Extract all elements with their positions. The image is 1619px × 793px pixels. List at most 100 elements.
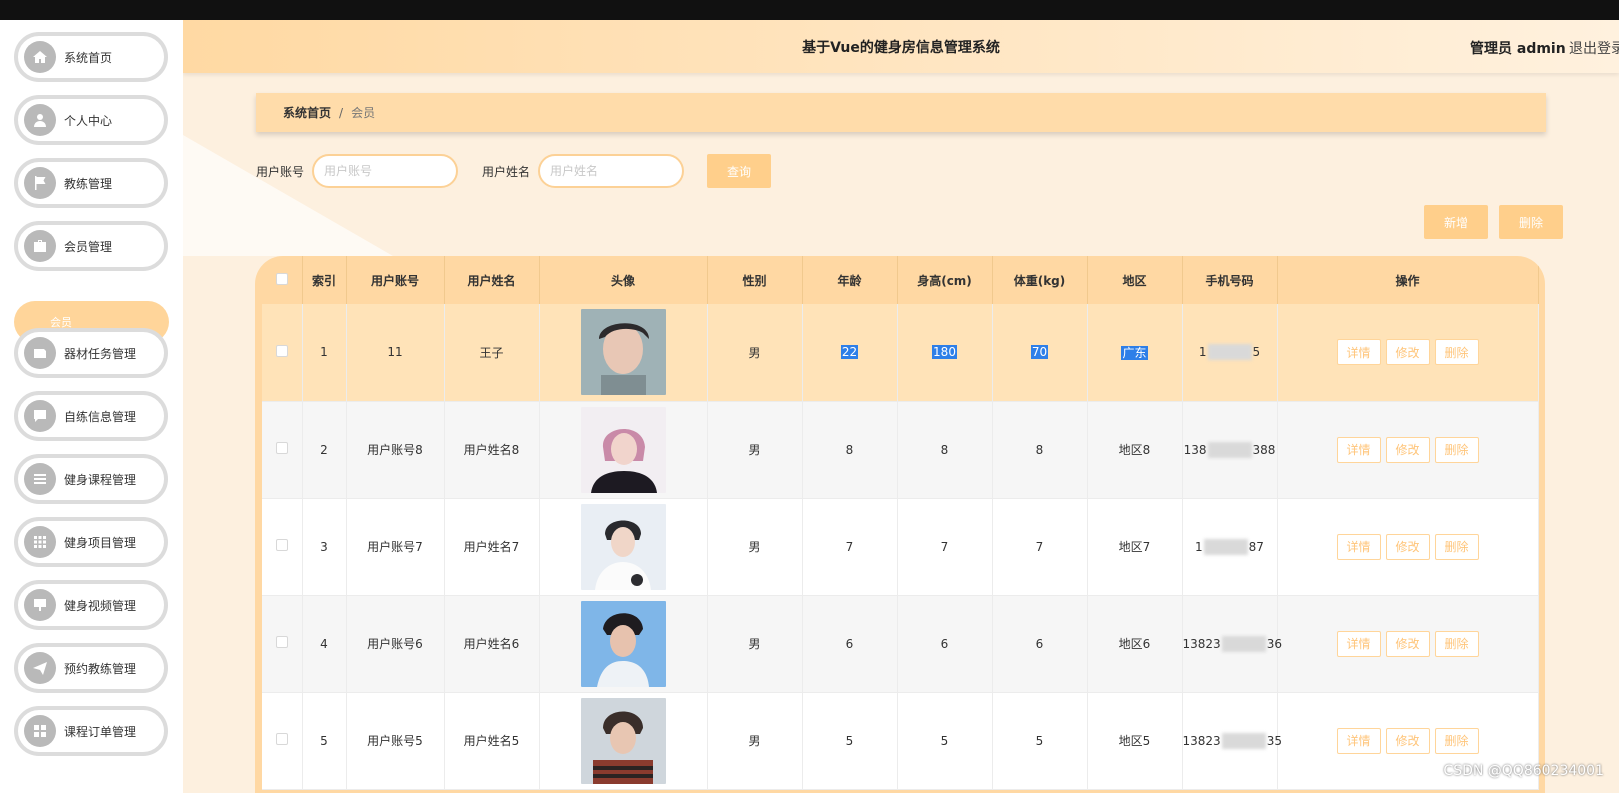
account-input[interactable] (312, 154, 459, 188)
sidebar-item-booking[interactable]: 预约教练管理 (14, 643, 168, 693)
phone-suffix: 35 (1266, 733, 1282, 748)
row-checkbox-cell (262, 595, 303, 693)
detail-button[interactable]: 详情 (1336, 533, 1381, 560)
account-label: 用户账号 (256, 164, 305, 179)
watermark: CSDN @QQ860234001 (1443, 763, 1604, 779)
height-cell: 8 (897, 401, 993, 499)
table-row[interactable]: 4 用户账号6 用户姓名6 男 6 6 6 地区6 13823 36 详情 修改… (262, 595, 1539, 693)
sidebar-item-order[interactable]: 课程订单管理 (14, 706, 168, 756)
weight-cell: 7 (992, 498, 1088, 596)
detail-button[interactable]: 详情 (1336, 436, 1381, 463)
sidebar-item-self-training[interactable]: 自练信息管理 (14, 391, 168, 441)
sidebar-item-label: 健身视频管理 (64, 598, 137, 613)
phone-suffix: 36 (1266, 636, 1282, 651)
breadcrumb: 系统首页 / 会员 (256, 93, 1546, 132)
column-header: 操作 (1277, 256, 1539, 304)
height-cell: 7 (897, 498, 993, 596)
phone-blur (1203, 538, 1248, 555)
phone-prefix: 13823 (1182, 636, 1221, 651)
row-checkbox[interactable] (275, 539, 288, 551)
sidebar-item-home[interactable]: 系统首页 (14, 32, 168, 82)
sidebar: 系统首页 个人中心 教练管理 会员管理 会员 器材任务管理 自练信息管理 健身课… (0, 20, 183, 793)
home-icon (24, 41, 56, 73)
table-row[interactable]: 3 用户账号7 用户姓名7 男 7 7 7 地区7 1 87 详情 修改 删除 (262, 498, 1539, 596)
delete-button[interactable]: 删除 (1434, 533, 1479, 560)
name-search: 用户姓名 (482, 154, 685, 188)
name-input[interactable] (538, 154, 685, 188)
ops-cell: 详情 修改 删除 (1277, 401, 1539, 499)
batch-delete-button[interactable]: 删除 (1499, 205, 1563, 239)
delete-button[interactable]: 删除 (1434, 339, 1479, 366)
sidebar-item-label: 会员管理 (64, 239, 113, 254)
age-cell: 7 (802, 498, 898, 596)
member-table: 索引 用户账号 用户姓名 头像 性别 年龄 身高(cm) 体重(kg) 地区 手… (262, 256, 1539, 790)
sidebar-item-member[interactable]: 会员管理 (14, 221, 168, 271)
column-header: 手机号码 (1182, 256, 1278, 304)
selected-text: 广东 (1121, 345, 1148, 360)
briefcase-icon (24, 230, 56, 262)
delete-button[interactable]: 删除 (1434, 630, 1479, 657)
index-cell: 5 (302, 692, 347, 790)
sidebar-item-equipment[interactable]: 器材任务管理 (14, 328, 168, 378)
sidebar-item-project[interactable]: 健身项目管理 (14, 517, 168, 567)
table-row[interactable]: 5 用户账号5 用户姓名5 男 5 5 5 地区5 13823 35 详情 修改… (262, 692, 1539, 790)
edit-button[interactable]: 修改 (1385, 339, 1430, 366)
row-checkbox-cell (262, 498, 303, 596)
sidebar-item-coach[interactable]: 教练管理 (14, 158, 168, 208)
avatar[interactable] (580, 406, 666, 493)
detail-button[interactable]: 详情 (1336, 630, 1381, 657)
app-header: 基于Vue的健身房信息管理系统 管理员 admin 退出登录 (183, 20, 1619, 73)
sidebar-item-label: 健身课程管理 (64, 472, 137, 487)
phone-suffix: 87 (1248, 539, 1264, 554)
name-cell: 王子 (444, 304, 540, 402)
index-cell: 3 (302, 498, 347, 596)
breadcrumb-current: 会员 (351, 106, 376, 120)
phone-blur (1207, 344, 1252, 361)
sidebar-item-course[interactable]: 健身课程管理 (14, 454, 168, 504)
breadcrumb-home[interactable]: 系统首页 (283, 104, 331, 121)
detail-button[interactable]: 详情 (1336, 727, 1381, 754)
gender-cell: 男 (707, 401, 803, 499)
avatar[interactable] (580, 309, 666, 396)
avatar[interactable] (580, 697, 666, 784)
age-cell: 22 (802, 304, 898, 402)
row-checkbox[interactable] (275, 344, 288, 357)
phone-cell: 1 87 (1182, 498, 1278, 596)
add-button[interactable]: 新增 (1424, 205, 1488, 239)
edit-button[interactable]: 修改 (1385, 533, 1430, 560)
delete-button[interactable]: 删除 (1434, 727, 1479, 754)
edit-button[interactable]: 修改 (1385, 630, 1430, 657)
logout-link[interactable]: 退出登录 (1569, 38, 1619, 58)
sidebar-item-profile[interactable]: 个人中心 (14, 95, 168, 145)
row-checkbox[interactable] (275, 733, 288, 745)
row-checkbox[interactable] (275, 636, 288, 648)
gender-cell: 男 (707, 692, 803, 790)
age-cell: 5 (802, 692, 898, 790)
edit-button[interactable]: 修改 (1385, 727, 1430, 754)
table-row[interactable]: 2 用户账号8 用户姓名8 男 8 8 8 地区8 138 388 详情 修改 … (262, 401, 1539, 499)
name-cell: 用户姓名6 (444, 595, 540, 693)
edit-button[interactable]: 修改 (1385, 436, 1430, 463)
index-cell: 1 (302, 304, 347, 402)
sidebar-item-video[interactable]: 健身视频管理 (14, 580, 168, 630)
avatar[interactable] (580, 600, 666, 687)
query-button[interactable]: 查询 (707, 154, 771, 188)
region-cell: 地区6 (1087, 595, 1183, 693)
delete-button[interactable]: 删除 (1434, 436, 1479, 463)
gender-cell: 男 (707, 498, 803, 596)
select-all-checkbox[interactable] (275, 272, 288, 285)
phone-blur (1221, 732, 1266, 749)
index-cell: 4 (302, 595, 347, 693)
grid-icon (24, 526, 56, 558)
avatar-cell (539, 595, 708, 693)
height-cell: 180 (897, 304, 993, 402)
detail-button[interactable]: 详情 (1336, 339, 1381, 366)
weight-cell: 70 (992, 304, 1088, 402)
send-icon (24, 652, 56, 684)
table-row[interactable]: 1 11 王子 男 22 180 70 广东 15 详情 修改 删除 (262, 304, 1539, 402)
user-icon (24, 104, 56, 136)
top-black-bar (0, 0, 1619, 20)
avatar-cell (539, 692, 708, 790)
avatar[interactable] (580, 503, 666, 590)
row-checkbox[interactable] (275, 442, 288, 454)
